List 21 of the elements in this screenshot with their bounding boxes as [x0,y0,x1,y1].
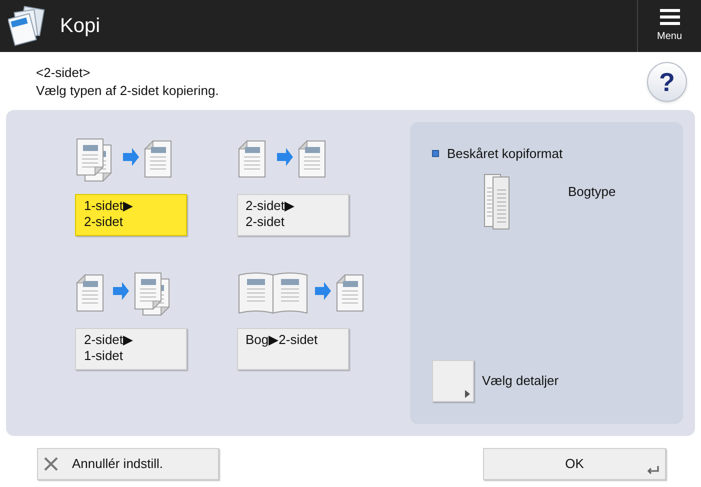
book-type-label: Bogtype [568,182,616,201]
screen-heading: <2-sidet> [36,64,92,82]
enter-icon [647,466,659,475]
details-label: Vælg detaljer [482,372,559,390]
app-title: Kopi [60,14,100,39]
copy-mode-button[interactable]: 2-sidet▶ 1-sidet [75,328,187,370]
section-label: Beskåret kopiformat [447,145,563,163]
copy-mode-button[interactable]: 2-sidet▶ 2-sidet [236,194,348,236]
copy-mode-button[interactable]: Bog▶2-sidet [236,328,348,370]
ok-button[interactable]: OK [483,448,666,480]
close-icon [44,457,58,471]
copy-mode-button[interactable]: 1-sidet▶ 2-sidet [75,194,187,236]
caret-icon [465,390,470,398]
bullet-icon [432,150,439,158]
details-button[interactable] [432,360,474,402]
help-button[interactable]: ? [647,62,687,102]
book-type-icon [484,174,510,230]
cancel-button[interactable]: Annullér indstill. [37,448,219,480]
menu-button[interactable]: Menu [637,0,701,52]
menu-icon [660,8,680,24]
instruction-text: Vælg typen af 2-sidet kopiering. [36,82,219,100]
